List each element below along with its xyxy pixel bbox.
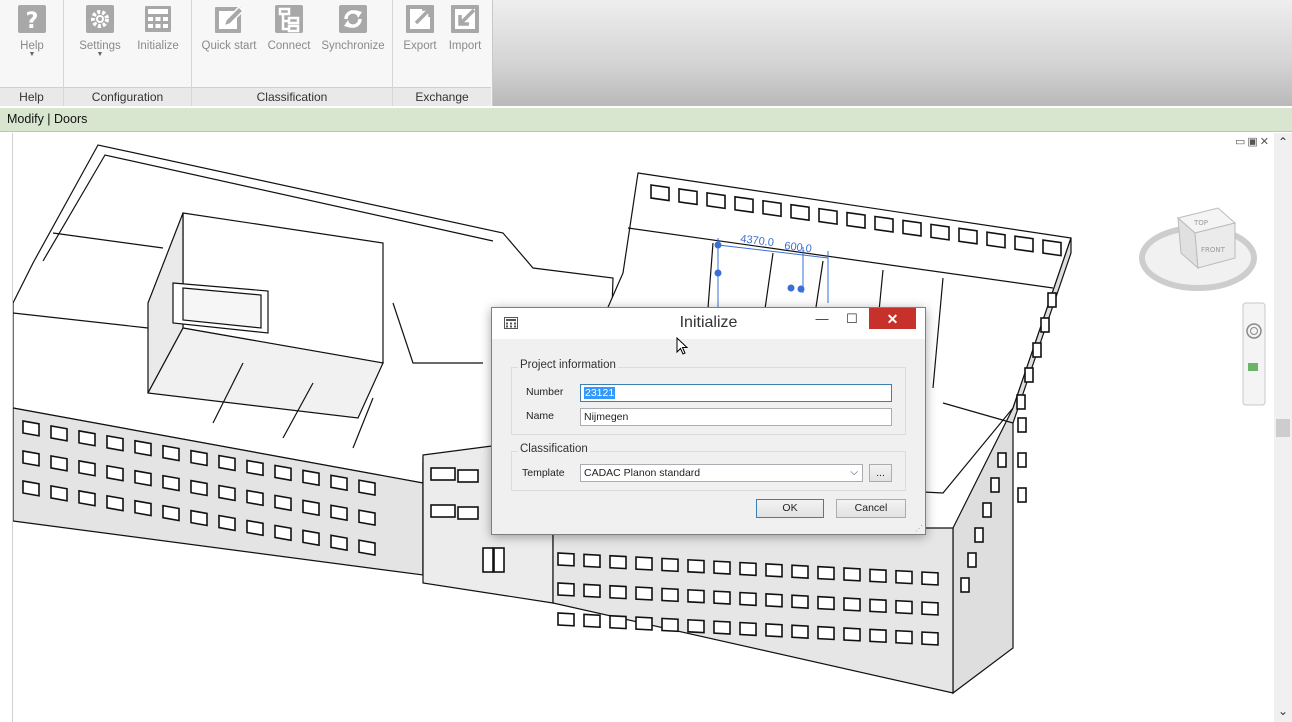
panel-exchange: Export Import Exchange bbox=[393, 0, 491, 106]
name-label: Name bbox=[526, 410, 555, 422]
panel-title-exchange: Exchange bbox=[393, 87, 491, 106]
help-icon: ? bbox=[18, 5, 46, 34]
chevron-down-icon: ▼ bbox=[96, 51, 104, 58]
panel-title-help: Help bbox=[0, 87, 63, 106]
minimize-button[interactable]: — bbox=[810, 308, 834, 330]
import-icon bbox=[451, 5, 479, 33]
gear-icon bbox=[86, 5, 114, 33]
resize-grip-icon[interactable]: ⋰ bbox=[915, 524, 923, 533]
vertical-scrollbar[interactable]: ⌃ ⌄ bbox=[1274, 133, 1292, 722]
template-select-value: CADAC Planon standard bbox=[584, 467, 701, 479]
project-information-group: Project information Number 23121 Name Ni… bbox=[511, 359, 906, 435]
import-button-label: Import bbox=[448, 40, 482, 52]
help-button[interactable]: ? Help ▼ bbox=[9, 2, 55, 58]
panel-classification: Quick start Connect Synchronize Classifi… bbox=[192, 0, 393, 106]
panel-help: ? Help ▼ Help bbox=[0, 0, 64, 106]
classification-group: Classification Template CADAC Planon sta… bbox=[511, 443, 906, 491]
initialize-button[interactable]: Initialize bbox=[128, 2, 188, 52]
ribbon: ? Help ▼ Help Settings ▼ Initialize Conf… bbox=[0, 0, 1292, 106]
ok-button[interactable]: OK bbox=[756, 499, 824, 518]
cancel-button[interactable]: Cancel bbox=[836, 499, 906, 518]
connect-button[interactable]: Connect bbox=[264, 2, 314, 52]
number-field-selected-text: 23121 bbox=[584, 387, 616, 399]
context-bar: Modify | Doors bbox=[0, 108, 1292, 132]
connect-button-label: Connect bbox=[267, 40, 311, 52]
tree-icon bbox=[275, 5, 303, 33]
view-window-controls[interactable]: ▭▣✕ bbox=[1235, 135, 1271, 148]
chevron-down-icon[interactable]: ⌵ bbox=[850, 465, 858, 481]
scroll-down-arrow-icon[interactable]: ⌄ bbox=[1274, 704, 1292, 718]
synchronize-button[interactable]: Synchronize bbox=[316, 2, 390, 52]
ribbon-panels: ? Help ▼ Help Settings ▼ Initialize Conf… bbox=[0, 0, 493, 106]
export-button[interactable]: Export bbox=[398, 2, 442, 52]
navigation-bar[interactable] bbox=[1242, 302, 1266, 406]
calculator-icon bbox=[145, 6, 171, 32]
edit-icon bbox=[215, 5, 245, 33]
name-field[interactable]: Nijmegen bbox=[580, 408, 892, 426]
panel-title-classification: Classification bbox=[192, 87, 392, 106]
scrollbar-thumb[interactable] bbox=[1276, 419, 1290, 437]
settings-button[interactable]: Settings ▼ bbox=[72, 2, 128, 58]
synchronize-button-label: Synchronize bbox=[321, 40, 385, 52]
browse-template-button[interactable]: ... bbox=[869, 464, 892, 482]
close-icon: ✕ bbox=[886, 311, 899, 327]
import-button[interactable]: Import bbox=[443, 2, 487, 52]
quick-start-button[interactable]: Quick start bbox=[196, 2, 262, 52]
viewcube[interactable]: TOP FRONT bbox=[1139, 207, 1257, 291]
chevron-down-icon: ▼ bbox=[28, 51, 36, 58]
close-button[interactable]: ✕ bbox=[869, 308, 916, 329]
viewcube-top-label: TOP bbox=[1193, 219, 1208, 227]
maximize-button[interactable]: ☐ bbox=[840, 308, 864, 330]
panel-title-configuration: Configuration bbox=[64, 87, 191, 106]
export-button-label: Export bbox=[403, 40, 437, 52]
template-select[interactable]: CADAC Planon standard ⌵ bbox=[580, 464, 863, 482]
number-label: Number bbox=[526, 386, 564, 398]
mouse-pointer-icon bbox=[676, 337, 689, 355]
group-title-project: Project information bbox=[518, 359, 618, 371]
initialize-dialog: Initialize — ☐ ✕ Project information Num… bbox=[491, 307, 926, 535]
scroll-up-arrow-icon[interactable]: ⌃ bbox=[1274, 135, 1292, 149]
dialog-titlebar[interactable]: Initialize — ☐ ✕ bbox=[492, 308, 925, 339]
svg-text:?: ? bbox=[26, 9, 39, 34]
number-field[interactable]: 23121 bbox=[580, 384, 892, 402]
export-icon bbox=[406, 5, 434, 33]
panel-configuration: Settings ▼ Initialize Configuration bbox=[64, 0, 192, 106]
viewcube-front-label: FRONT bbox=[1201, 246, 1226, 254]
context-bar-label: Modify | Doors bbox=[7, 112, 88, 126]
initialize-button-label: Initialize bbox=[137, 40, 179, 52]
quick-start-button-label: Quick start bbox=[201, 40, 257, 52]
sync-icon bbox=[339, 5, 367, 33]
template-label: Template bbox=[522, 467, 565, 479]
group-title-classification: Classification bbox=[518, 443, 590, 455]
